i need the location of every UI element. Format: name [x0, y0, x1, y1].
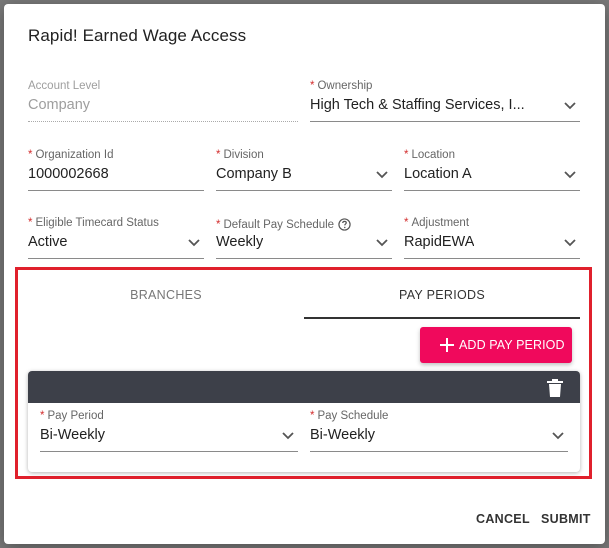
field-underline: [28, 190, 204, 191]
organization-id-field[interactable]: * Organization Id 1000002668: [28, 149, 204, 193]
chevron-down-icon[interactable]: [282, 432, 294, 440]
chevron-down-icon[interactable]: [564, 171, 576, 179]
chevron-down-icon[interactable]: [552, 432, 564, 440]
field-underline: [28, 258, 204, 259]
field-underline: [28, 121, 298, 122]
chevron-down-icon[interactable]: [188, 239, 200, 247]
eligible-timecard-status-select[interactable]: * Eligible Timecard Status Active: [28, 217, 204, 261]
organization-id-label: * Organization Id: [28, 149, 114, 161]
field-underline: [404, 258, 580, 259]
account-level-field: Account Level Company: [28, 80, 298, 124]
help-circle-icon[interactable]: [338, 218, 351, 231]
field-underline: [40, 451, 298, 452]
field-underline: [310, 121, 580, 122]
required-marker: *: [310, 410, 315, 422]
pay-schedule-label: * Pay Schedule: [310, 410, 389, 422]
add-pay-period-label: ADD PAY PERIOD: [459, 338, 565, 352]
pay-schedule-select[interactable]: * Pay Schedule Bi-Weekly: [310, 410, 568, 454]
dialog: Rapid! Earned Wage Access Account Level …: [4, 4, 605, 544]
organization-id-value: 1000002668: [28, 166, 109, 182]
required-marker: *: [310, 80, 315, 92]
required-marker: *: [216, 219, 221, 231]
chevron-down-icon[interactable]: [564, 102, 576, 110]
adjustment-label: * Adjustment: [404, 217, 470, 229]
chevron-down-icon[interactable]: [376, 239, 388, 247]
adjustment-select[interactable]: * Adjustment RapidEWA: [404, 217, 580, 261]
required-marker: *: [404, 217, 409, 229]
field-underline: [404, 190, 580, 191]
adjustment-value: RapidEWA: [404, 234, 475, 250]
cancel-button[interactable]: CANCEL: [476, 512, 530, 526]
chevron-down-icon[interactable]: [376, 171, 388, 179]
eligible-timecard-status-value: Active: [28, 234, 68, 250]
tab-pay-periods[interactable]: PAY PERIODS: [304, 280, 580, 320]
plus-icon: [440, 338, 454, 352]
required-marker: *: [404, 149, 409, 161]
account-level-value: Company: [28, 97, 91, 113]
default-pay-schedule-value: Weekly: [216, 234, 264, 250]
field-underline: [216, 190, 392, 191]
active-tab-indicator: [304, 317, 580, 319]
default-pay-schedule-select[interactable]: * Default Pay Schedule Weekly: [216, 217, 392, 261]
submit-button[interactable]: SUBMIT: [541, 512, 591, 526]
add-pay-period-button[interactable]: ADD PAY PERIOD: [420, 327, 572, 363]
required-marker: *: [28, 149, 33, 161]
location-select[interactable]: * Location Location A: [404, 149, 580, 193]
ownership-value: High Tech & Staffing Services, I...: [310, 97, 525, 113]
location-value: Location A: [404, 166, 472, 182]
location-label: * Location: [404, 149, 455, 161]
tab-branches[interactable]: BRANCHES: [28, 280, 304, 320]
chevron-down-icon[interactable]: [564, 239, 576, 247]
field-underline: [310, 451, 568, 452]
trash-icon[interactable]: [547, 379, 563, 397]
required-marker: *: [216, 149, 221, 161]
required-marker: *: [28, 217, 33, 229]
pay-period-value: Bi-Weekly: [40, 427, 105, 443]
ownership-label: * Ownership: [310, 80, 373, 92]
division-select[interactable]: * Division Company B: [216, 149, 392, 193]
pay-period-label: * Pay Period: [40, 410, 104, 422]
pay-period-card-header: [28, 371, 580, 403]
required-marker: *: [40, 410, 45, 422]
division-label: * Division: [216, 149, 264, 161]
pay-period-card: * Pay Period Bi-Weekly * Pay Schedule Bi-W…: [28, 371, 580, 472]
account-level-label: Account Level: [28, 80, 101, 92]
division-value: Company B: [216, 166, 292, 182]
eligible-timecard-status-label: * Eligible Timecard Status: [28, 217, 159, 229]
default-pay-schedule-label: * Default Pay Schedule: [216, 218, 351, 231]
pay-schedule-value: Bi-Weekly: [310, 427, 375, 443]
dialog-title: Rapid! Earned Wage Access: [28, 26, 247, 45]
field-underline: [216, 258, 392, 259]
pay-period-select[interactable]: * Pay Period Bi-Weekly: [40, 410, 298, 454]
ownership-select[interactable]: * Ownership High Tech & Staffing Services…: [310, 80, 580, 124]
